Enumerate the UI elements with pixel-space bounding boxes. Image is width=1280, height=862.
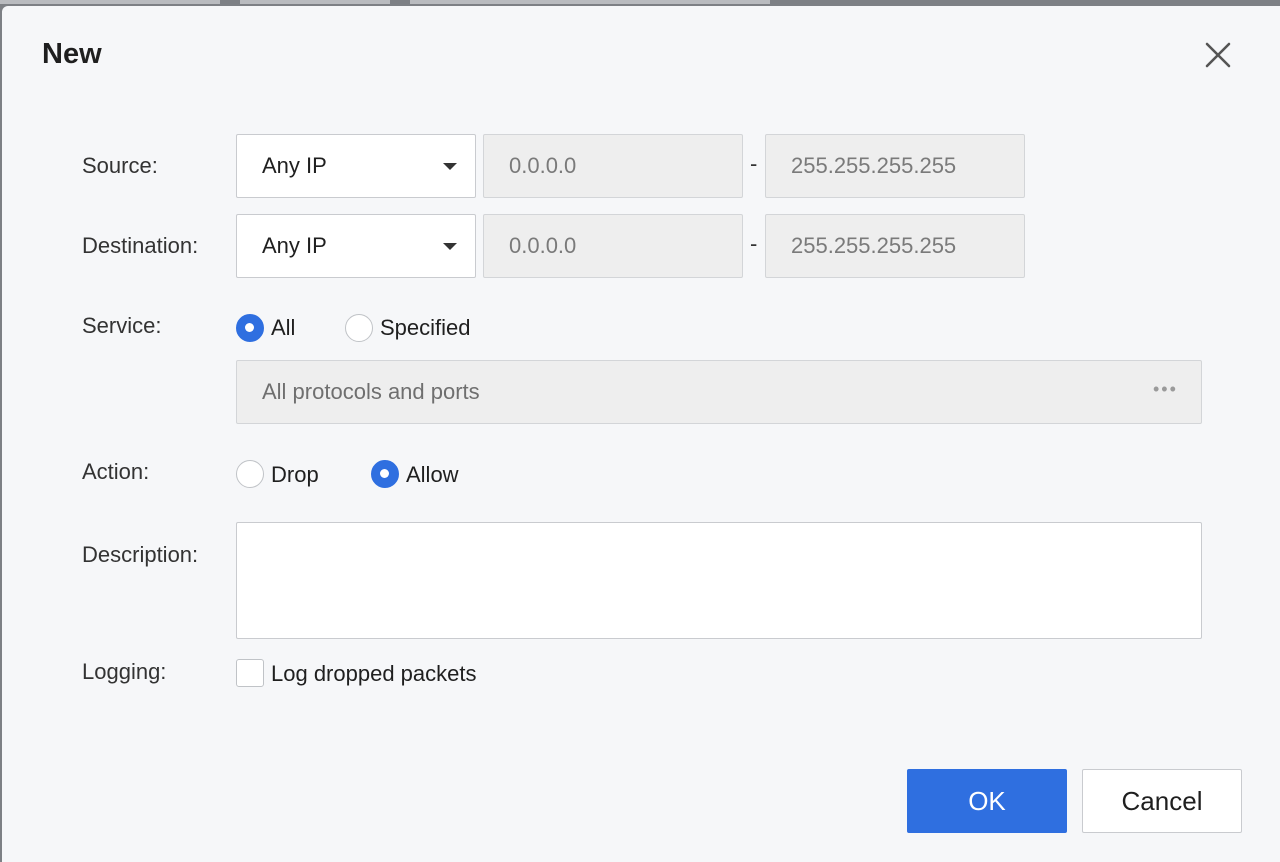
destination-range-separator: -: [750, 231, 758, 256]
service-ports-value: All protocols and ports: [262, 379, 480, 404]
chevron-down-icon: [443, 243, 457, 250]
description-label: Description:: [82, 542, 199, 567]
destination-type-value: Any IP: [262, 233, 327, 258]
source-label: Source:: [82, 153, 158, 178]
log-dropped-packets-checkbox[interactable]: [236, 659, 264, 687]
service-all-label[interactable]: All: [271, 315, 295, 341]
action-label: Action:: [82, 459, 150, 484]
action-drop-radio[interactable]: [236, 460, 264, 488]
service-all-radio[interactable]: [236, 314, 264, 342]
action-allow-label[interactable]: Allow: [406, 462, 459, 488]
service-specified-radio[interactable]: [345, 314, 373, 342]
background-tab: [410, 0, 770, 4]
source-end-ip-input[interactable]: [765, 134, 1025, 198]
new-rule-dialog: New Source: Any IP - Destination: Any IP…: [2, 6, 1280, 862]
background-tab: [0, 0, 220, 4]
ellipsis-icon[interactable]: •••: [1153, 379, 1178, 400]
action-drop-label[interactable]: Drop: [271, 462, 319, 488]
destination-label: Destination:: [82, 233, 199, 258]
service-specified-label[interactable]: Specified: [380, 315, 471, 341]
description-textarea[interactable]: [236, 522, 1202, 639]
source-start-ip-input[interactable]: [483, 134, 743, 198]
service-ports-field: All protocols and ports •••: [236, 360, 1202, 424]
ok-button[interactable]: OK: [907, 769, 1067, 833]
action-allow-radio[interactable]: [371, 460, 399, 488]
dialog-title: New: [42, 38, 102, 70]
background-tab: [240, 0, 390, 4]
logging-label: Logging:: [82, 659, 167, 684]
destination-end-ip-input[interactable]: [765, 214, 1025, 278]
chevron-down-icon: [443, 163, 457, 170]
source-type-value: Any IP: [262, 153, 327, 178]
service-label: Service:: [82, 313, 162, 338]
source-range-separator: -: [750, 151, 758, 176]
source-type-select[interactable]: Any IP: [236, 134, 476, 198]
cancel-button[interactable]: Cancel: [1082, 769, 1242, 833]
close-icon[interactable]: [1200, 37, 1236, 73]
destination-start-ip-input[interactable]: [483, 214, 743, 278]
log-dropped-packets-label[interactable]: Log dropped packets: [271, 661, 477, 687]
destination-type-select[interactable]: Any IP: [236, 214, 476, 278]
